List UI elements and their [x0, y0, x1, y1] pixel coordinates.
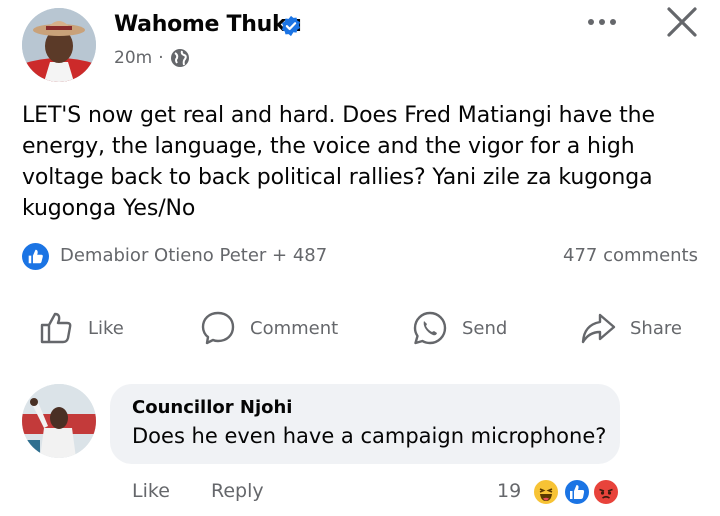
dot-icon — [588, 19, 594, 25]
globe-icon — [170, 49, 189, 67]
comment-text: Does he even have a campaign microphone? — [132, 424, 607, 448]
thumbs-up-icon — [28, 249, 43, 264]
like-label: Like — [88, 317, 124, 339]
comment-bubble-icon — [201, 311, 235, 345]
commenter-avatar[interactable] — [22, 384, 96, 458]
commenter-name[interactable]: Councillor Njohi — [132, 397, 292, 418]
angry-reaction-icon[interactable] — [592, 478, 620, 506]
share-label: Share — [630, 317, 682, 339]
comment-reaction-count[interactable]: 19 — [497, 480, 521, 502]
reactors-summary[interactable]: Demabior Otieno Peter + 487 — [60, 245, 327, 266]
post-time[interactable]: 20m — [114, 48, 152, 68]
haha-reaction-icon[interactable] — [532, 478, 560, 506]
send-button[interactable]: Send — [412, 306, 507, 350]
thumbs-up-icon — [40, 312, 72, 344]
share-button[interactable]: Share — [580, 306, 682, 350]
comment-reply-button[interactable]: Reply — [211, 480, 264, 502]
send-label: Send — [462, 317, 508, 339]
more-options-button[interactable] — [580, 4, 624, 40]
close-icon[interactable] — [664, 4, 700, 40]
dot-icon — [599, 19, 605, 25]
dot-icon — [610, 19, 616, 25]
like-reaction-icon[interactable] — [22, 243, 49, 270]
post-text: LET'S now get real and hard. Does Fred M… — [22, 103, 655, 221]
post-meta: 20m · — [114, 48, 190, 68]
author-name[interactable]: Wahome Thuku — [114, 12, 302, 37]
comment-button[interactable]: Comment — [200, 306, 338, 350]
meta-separator: · — [158, 48, 164, 68]
whatsapp-icon — [413, 311, 447, 345]
like-button[interactable]: Like — [38, 306, 124, 350]
comment-like-button[interactable]: Like — [132, 480, 170, 502]
share-arrow-icon — [581, 313, 616, 344]
author-avatar[interactable] — [22, 8, 96, 82]
comments-count[interactable]: 477 comments — [563, 245, 698, 266]
verified-badge-icon — [281, 15, 301, 37]
comment-label: Comment — [250, 317, 339, 339]
like-reaction-icon[interactable] — [563, 478, 591, 506]
